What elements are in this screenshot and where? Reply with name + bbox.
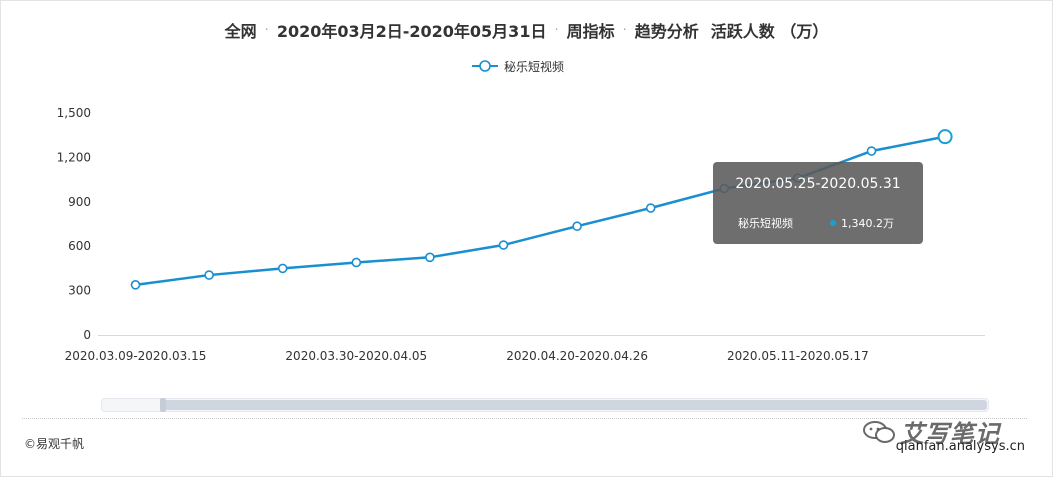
data-point: [204, 270, 214, 280]
data-point: [645, 203, 656, 213]
wechat-icon: [863, 420, 895, 443]
tooltip-title: 2020.05.25-2020.05.31: [735, 176, 901, 192]
y-tick-label: 0: [83, 328, 91, 342]
data-point: [937, 129, 953, 145]
x-tick-label: 2020.05.11-2020.05.17: [727, 349, 869, 363]
x-tick-label: 2020.03.30-2020.04.05: [285, 349, 427, 363]
y-tick-label: 900: [68, 195, 91, 209]
data-zoom-handle-left[interactable]: [160, 398, 166, 412]
y-tick-label: 600: [68, 239, 91, 253]
chart-tooltip: 2020.05.25-2020.05.31 秘乐短视频 1,340.2万: [713, 162, 923, 244]
tooltip-series-name: 秘乐短视频: [738, 217, 793, 230]
data-zoom-slider[interactable]: [101, 398, 989, 412]
y-tick-label: 1,500: [57, 106, 91, 120]
data-point: [425, 252, 435, 263]
copyright-text: ©易观千帆: [24, 437, 85, 451]
data-point: [277, 263, 288, 274]
data-point: [572, 221, 582, 232]
y-tick-label: 300: [68, 284, 91, 298]
x-tick-label: 2020.03.09-2020.03.15: [65, 349, 207, 363]
data-point: [351, 257, 362, 268]
data-point: [498, 240, 509, 250]
y-tick-label: 1,200: [57, 150, 91, 164]
x-tick-label: 2020.04.20-2020.04.26: [506, 349, 648, 363]
data-zoom-range[interactable]: [164, 400, 987, 410]
data-point: [866, 146, 877, 156]
source-url: qianfan.analysys.cn: [895, 439, 1025, 454]
tooltip-value: 1,340.2万: [841, 217, 894, 230]
tooltip-series-dot: [830, 220, 836, 226]
data-point: [130, 280, 141, 290]
